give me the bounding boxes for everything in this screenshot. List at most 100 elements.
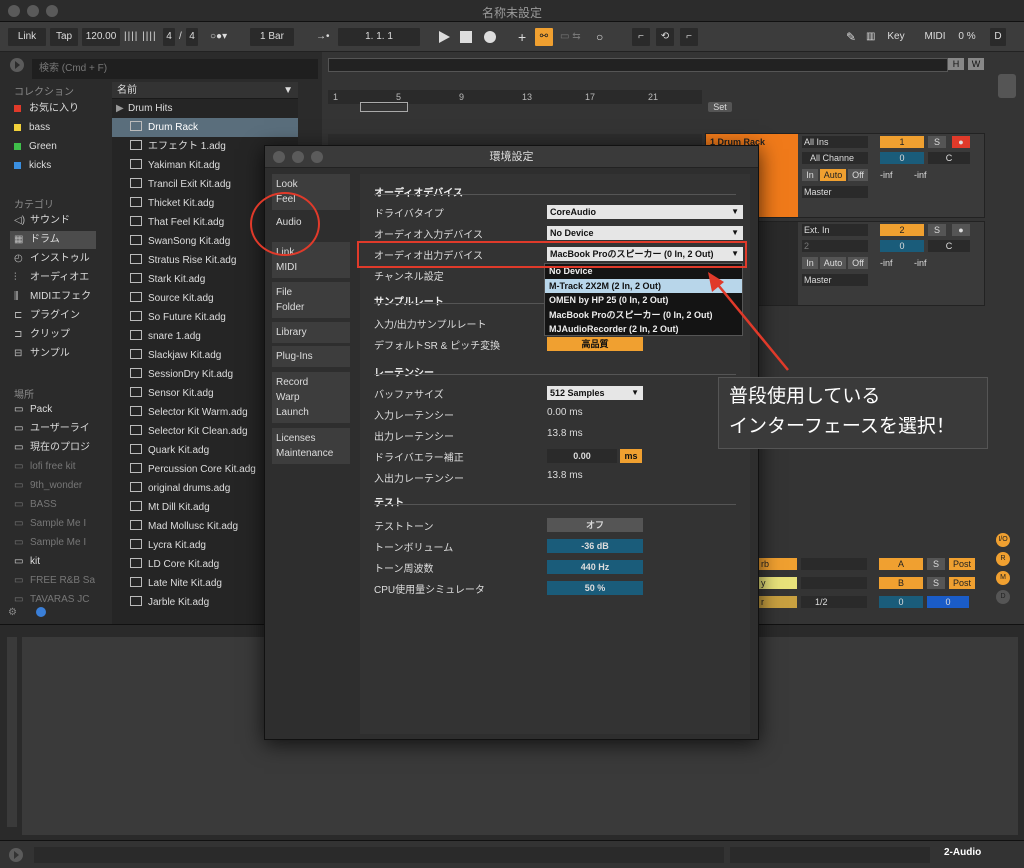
tab-library[interactable]: Library	[272, 322, 350, 343]
h-toggle[interactable]: H	[948, 58, 964, 70]
place-item[interactable]: ▭ 9th_wonder	[14, 477, 96, 495]
add-icon[interactable]: +	[518, 28, 526, 46]
signature-numerator[interactable]: 4	[163, 28, 175, 46]
tab-file-folder[interactable]: File Folder	[272, 282, 350, 318]
category-item[interactable]: ⫶ オーディオエ	[10, 269, 96, 287]
track-2-channel-select[interactable]: 2	[802, 240, 868, 252]
back-to-arrangement-icon[interactable]: ▭ ⇆	[560, 28, 581, 46]
master-cue-select[interactable]: 1/2	[801, 596, 867, 608]
buffer-size-select[interactable]: 512 Samples ▼	[547, 386, 643, 400]
punch-out-icon[interactable]: ⌐	[680, 28, 698, 46]
track-1-monitor-auto[interactable]: Auto	[820, 169, 846, 181]
track-2-monitor-off[interactable]: Off	[848, 257, 868, 269]
track-2-solo[interactable]: S	[928, 224, 946, 236]
list-item[interactable]: Drum Rack	[112, 118, 298, 137]
category-item[interactable]: ⊏ プラグイン	[10, 307, 96, 325]
place-item[interactable]: ▭ TAVARAS JC	[14, 591, 96, 609]
return-b-name[interactable]: y	[757, 577, 797, 589]
default-sr-toggle[interactable]: 高品質	[547, 337, 643, 351]
tab-plugins[interactable]: Plug-Ins	[272, 346, 350, 367]
detail-left-strip[interactable]	[7, 637, 17, 827]
w-toggle[interactable]: W	[968, 58, 984, 70]
track-2-monitor-auto[interactable]: Auto	[820, 257, 846, 269]
key-map-button[interactable]: Key	[883, 28, 909, 46]
track-1-monitor-off[interactable]: Off	[848, 169, 868, 181]
track-2-volume[interactable]: 0	[880, 240, 924, 252]
dialog-minimize-button[interactable]	[292, 151, 304, 163]
return-a-name[interactable]: rb	[757, 558, 797, 570]
place-item[interactable]: ▭ lofi free kit	[14, 458, 96, 476]
nudge-icon[interactable]: |||| ||||	[124, 28, 157, 46]
track-1-solo[interactable]: S	[928, 136, 946, 148]
collection-item[interactable]: Green	[14, 138, 96, 156]
tone-freq-slider[interactable]: 440 Hz	[547, 560, 643, 574]
session-record-icon[interactable]: ○	[596, 28, 603, 46]
returns-toggle[interactable]: R	[996, 552, 1010, 566]
track-1-channel-select[interactable]: All Channe	[802, 152, 868, 164]
loop-icon[interactable]: ⟲	[656, 28, 674, 46]
quantize-select[interactable]: 1 Bar	[250, 28, 294, 46]
collection-item[interactable]: bass	[14, 119, 96, 137]
category-item[interactable]: ▦ ドラム	[10, 231, 96, 249]
return-a-activator[interactable]: A	[879, 558, 923, 570]
preview-icon[interactable]	[36, 607, 46, 617]
browser-settings-icon[interactable]: ⚙	[8, 607, 26, 621]
return-a-post[interactable]: Post	[949, 558, 975, 570]
collection-item[interactable]: お気に入り	[14, 100, 96, 118]
track-1-activator[interactable]: 1	[880, 136, 924, 148]
master-volume[interactable]: 0	[879, 596, 923, 608]
browser-search-input[interactable]: 検索 (Cmd + F)	[32, 59, 318, 79]
punch-in-icon[interactable]: ⌐	[632, 28, 650, 46]
loop-brace[interactable]	[360, 102, 408, 112]
sort-arrow-icon[interactable]: ▼	[283, 82, 293, 99]
test-tone-toggle[interactable]: オフ	[547, 518, 643, 532]
category-item[interactable]: ⫼ MIDIエフェク	[10, 288, 96, 306]
tab-record-warp-launch[interactable]: Record Warp Launch	[272, 372, 350, 423]
return-b-solo[interactable]: S	[927, 577, 945, 589]
name-column-header[interactable]: 名前 ▼	[112, 82, 298, 99]
track-1-monitor-in[interactable]: In	[802, 169, 818, 181]
tempo-field[interactable]: 120.00	[82, 28, 120, 46]
draw-mode-icon[interactable]: ✎	[846, 28, 856, 46]
channel-config-label[interactable]: チャンネル設定	[374, 268, 444, 283]
folder-expand-icon[interactable]: ▶	[116, 99, 124, 118]
return-a-slot[interactable]	[801, 558, 867, 570]
track-1-volume[interactable]: 0	[880, 152, 924, 164]
place-item[interactable]: ▭ FREE R&B Sa	[14, 572, 96, 590]
stop-icon[interactable]	[460, 31, 472, 43]
metronome-icon[interactable]: ○●▾	[210, 28, 227, 46]
category-item[interactable]: ◴ インストゥル	[10, 250, 96, 268]
place-item[interactable]: ▭ Pack	[14, 401, 96, 419]
return-a-solo[interactable]: S	[927, 558, 945, 570]
track-2-input-select[interactable]: Ext. In	[802, 224, 868, 236]
mixer-toggle[interactable]: M	[996, 571, 1010, 585]
return-b-slot[interactable]	[801, 577, 867, 589]
browser-toggle-icon[interactable]	[9, 57, 25, 73]
driver-error-field[interactable]: 0.00	[547, 449, 617, 463]
tab-licenses-maintenance[interactable]: Licenses Maintenance	[272, 428, 350, 464]
master-name[interactable]: r	[757, 596, 797, 608]
signature-denominator[interactable]: 4	[186, 28, 198, 46]
record-icon[interactable]	[483, 30, 497, 44]
collection-item[interactable]: kicks	[14, 157, 96, 175]
track-1-output-select[interactable]: Master	[802, 186, 868, 198]
track-1-pan[interactable]: C	[928, 152, 970, 164]
return-b-post[interactable]: Post	[949, 577, 975, 589]
song-position-field[interactable]: 1. 1. 1	[338, 28, 420, 46]
automation-arm-icon[interactable]: ⚯	[535, 28, 553, 46]
track-2-pan[interactable]: C	[928, 240, 970, 252]
place-item[interactable]: ▭ BASS	[14, 496, 96, 514]
return-b-activator[interactable]: B	[879, 577, 923, 589]
io-toggle[interactable]: I/O	[996, 533, 1010, 547]
link-button[interactable]: Link	[8, 28, 46, 46]
track-1-arm[interactable]: ●	[952, 136, 970, 148]
place-item[interactable]: ▭ Sample Me I	[14, 515, 96, 533]
status-toggle-icon[interactable]	[8, 847, 24, 863]
place-item[interactable]: ▭ kit	[14, 553, 96, 571]
place-item[interactable]: ▭ 現在のプロジ	[14, 439, 96, 457]
track-2-activator[interactable]: 2	[880, 224, 924, 236]
list-item[interactable]: ▶ Drum Hits	[112, 99, 298, 118]
tone-volume-slider[interactable]: -36 dB	[547, 539, 643, 553]
track-2-output-select[interactable]: Master	[802, 274, 868, 286]
tap-button[interactable]: Tap	[50, 28, 78, 46]
